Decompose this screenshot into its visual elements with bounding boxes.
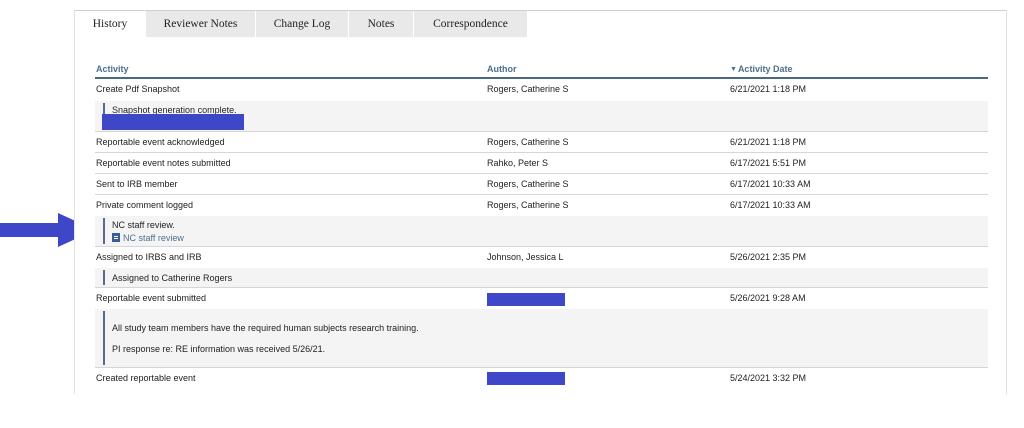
- redaction-box: [487, 293, 565, 306]
- table-row[interactable]: Assigned to IRBS and IRB Johnson, Jessic…: [95, 247, 988, 268]
- activity-cell: Create Pdf Snapshot: [96, 84, 180, 94]
- date-cell: 6/17/2021 5:51 PM: [730, 158, 807, 168]
- date-cell: 6/17/2021 10:33 AM: [730, 179, 811, 189]
- tab-history[interactable]: History: [75, 11, 145, 37]
- author-cell: Rogers, Catherine S: [487, 200, 569, 210]
- date-cell: 6/21/2021 1:18 PM: [730, 84, 807, 94]
- tab-reviewer-notes[interactable]: Reviewer Notes: [145, 11, 255, 37]
- tab-notes[interactable]: Notes: [348, 11, 413, 37]
- table-row[interactable]: Private comment logged Rogers, Catherine…: [95, 195, 988, 216]
- date-cell: 6/17/2021 10:33 AM: [730, 200, 811, 210]
- column-header-activity-date-label: Activity Date: [737, 64, 793, 74]
- history-panel: History Reviewer Notes Change Log Notes …: [74, 10, 1007, 395]
- author-cell: Rogers, Catherine S: [487, 179, 569, 189]
- redaction-box: [102, 114, 244, 130]
- author-cell: Johnson, Jessica L: [487, 252, 564, 262]
- tab-correspondence[interactable]: Correspondence: [413, 11, 527, 37]
- tab-bar-filler: [527, 11, 1006, 37]
- column-header-activity-date[interactable]: ▼Activity Date: [730, 64, 792, 74]
- activity-detail: Assigned to Catherine Rogers: [95, 268, 988, 288]
- detail-text: NC staff review.: [112, 220, 175, 230]
- date-cell: 5/26/2021 9:28 AM: [730, 293, 806, 303]
- detail-text: Assigned to Catherine Rogers: [112, 273, 233, 283]
- detail-text: PI response re: RE information was recei…: [112, 344, 326, 354]
- activity-cell: Sent to IRB member: [96, 179, 178, 189]
- date-cell: 6/21/2021 1:18 PM: [730, 137, 807, 147]
- attachment-link-label: NC staff review: [123, 233, 184, 243]
- detail-bar: [103, 270, 105, 285]
- activity-cell: Reportable event acknowledged: [96, 137, 225, 147]
- column-header-activity[interactable]: Activity: [96, 64, 129, 74]
- activity-cell: Created reportable event: [96, 373, 196, 383]
- document-icon: [112, 233, 120, 242]
- table-row[interactable]: Reportable event submitted 5/26/2021 9:2…: [95, 288, 988, 309]
- table-row[interactable]: Create Pdf Snapshot Rogers, Catherine S …: [95, 79, 988, 100]
- redaction-box: [487, 372, 565, 385]
- attachment-link[interactable]: NC staff review: [112, 233, 184, 243]
- activity-detail: Snapshot generation complete.: [95, 101, 988, 132]
- table-row[interactable]: Reportable event notes submitted Rahko, …: [95, 153, 988, 174]
- author-cell: Rogers, Catherine S: [487, 84, 569, 94]
- detail-bar: [103, 311, 105, 365]
- author-cell: Rahko, Peter S: [487, 158, 549, 168]
- activity-detail: NC staff review. NC staff review: [95, 216, 988, 247]
- tab-bar: History Reviewer Notes Change Log Notes …: [75, 11, 1006, 37]
- date-cell: 5/24/2021 3:32 PM: [730, 373, 807, 383]
- table-row[interactable]: Reportable event acknowledged Rogers, Ca…: [95, 132, 988, 153]
- activity-cell: Private comment logged: [96, 200, 194, 210]
- detail-text: All study team members have the required…: [112, 323, 419, 333]
- table-row[interactable]: Created reportable event 5/24/2021 3:32 …: [95, 368, 988, 389]
- table-header: Activity Author ▼Activity Date: [95, 61, 988, 79]
- date-cell: 5/26/2021 2:35 PM: [730, 252, 807, 262]
- detail-bar: [103, 218, 105, 244]
- activity-cell: Reportable event notes submitted: [96, 158, 231, 168]
- table-row[interactable]: Sent to IRB member Rogers, Catherine S 6…: [95, 174, 988, 195]
- activity-cell: Reportable event submitted: [96, 293, 207, 303]
- activity-detail: All study team members have the required…: [95, 309, 988, 368]
- caret-down-icon: ▼: [730, 66, 737, 73]
- column-header-author[interactable]: Author: [487, 64, 517, 74]
- activity-cell: Assigned to IRBS and IRB: [96, 252, 202, 262]
- tab-change-log[interactable]: Change Log: [255, 11, 348, 37]
- author-cell: Rogers, Catherine S: [487, 137, 569, 147]
